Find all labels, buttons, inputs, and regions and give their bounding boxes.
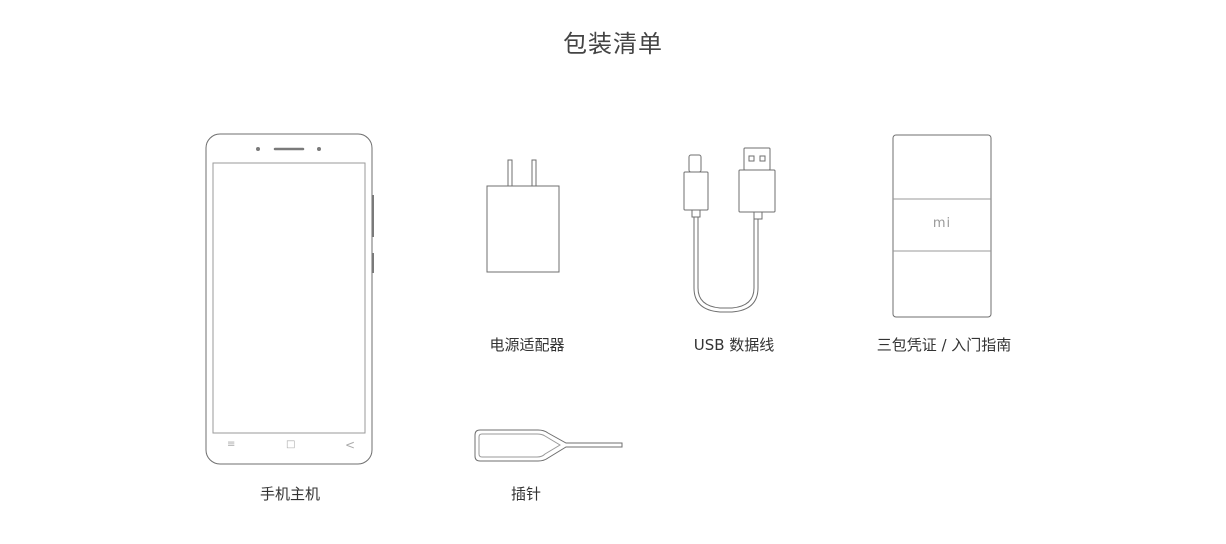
usb-cable-label: USB 数据线 xyxy=(693,336,775,354)
home-icon: □ xyxy=(286,439,296,450)
page-title: 包装清单 xyxy=(563,30,663,58)
sim-pin-illustration xyxy=(474,428,626,468)
mi-logo: mi xyxy=(932,216,952,231)
charger-label: 电源适配器 xyxy=(489,336,565,354)
booklet-label: 三包凭证 / 入门指南 xyxy=(876,336,1012,354)
phone-illustration: ≡ □ < xyxy=(205,133,375,467)
back-icon: < xyxy=(345,438,356,452)
sim-pin-label: 插针 xyxy=(510,485,542,503)
usb-cable-illustration xyxy=(680,146,780,316)
booklet-illustration: mi xyxy=(892,134,994,318)
phone-label: 手机主机 xyxy=(259,485,321,503)
menu-icon: ≡ xyxy=(227,439,236,450)
charger-illustration xyxy=(486,158,562,276)
